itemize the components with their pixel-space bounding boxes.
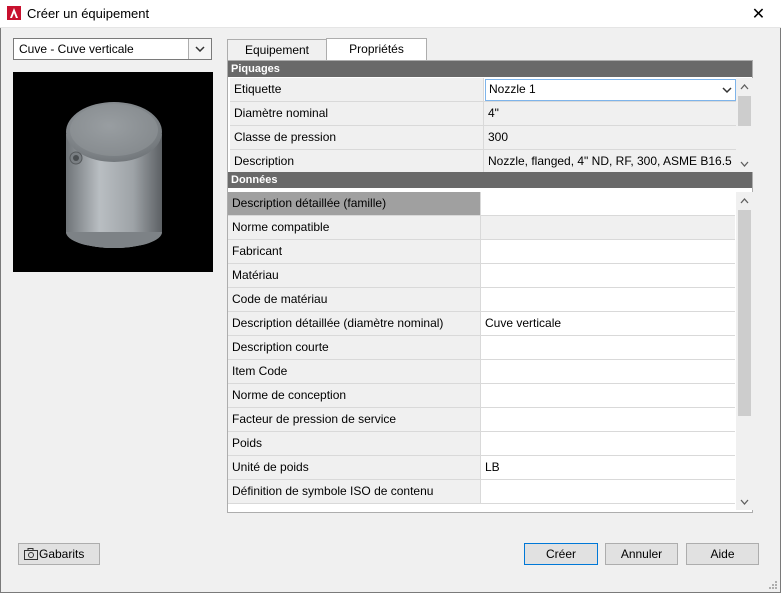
window-title: Créer un équipement bbox=[27, 6, 150, 21]
table-row[interactable]: Définition de symbole ISO de contenu bbox=[228, 480, 735, 504]
row-label: Norme de conception bbox=[228, 384, 481, 407]
row-value[interactable] bbox=[481, 360, 735, 383]
row-label: Matériau bbox=[228, 264, 481, 287]
row-value[interactable] bbox=[481, 432, 735, 455]
row-value[interactable]: LB bbox=[481, 456, 735, 479]
table-row[interactable]: Description détaillée (diamètre nominal)… bbox=[228, 312, 735, 336]
table-row[interactable]: Norme compatible bbox=[228, 216, 735, 240]
equipment-type-value: Cuve - Cuve verticale bbox=[19, 42, 134, 56]
autocad-logo-icon bbox=[7, 6, 21, 20]
scroll-thumb[interactable] bbox=[738, 96, 751, 126]
table-row[interactable]: Description courte bbox=[228, 336, 735, 360]
annuler-button[interactable]: Annuler bbox=[605, 543, 678, 565]
nozzle-select-value: Nozzle 1 bbox=[489, 82, 536, 96]
row-value[interactable] bbox=[481, 264, 735, 287]
table-row[interactable]: Facteur de pression de service bbox=[228, 408, 735, 432]
nozzle-select[interactable]: Nozzle 1 bbox=[485, 79, 736, 101]
tab-equipement-label: Equipement bbox=[244, 43, 310, 57]
table-row[interactable]: Code de matériau bbox=[228, 288, 735, 312]
row-value[interactable]: Cuve verticale bbox=[481, 312, 735, 335]
row-value[interactable] bbox=[481, 384, 735, 407]
row-value[interactable] bbox=[481, 408, 735, 431]
row-value[interactable] bbox=[481, 216, 735, 239]
scroll-down-icon[interactable] bbox=[736, 493, 753, 510]
aide-button[interactable]: Aide bbox=[686, 543, 759, 565]
close-button[interactable]: ✕ bbox=[736, 0, 781, 27]
tab-proprietes[interactable]: Propriétés bbox=[326, 38, 427, 61]
row-value[interactable] bbox=[481, 336, 735, 359]
table-row[interactable]: Etiquette Nozzle 1 bbox=[230, 78, 737, 102]
title-bar: Créer un équipement ✕ bbox=[0, 0, 781, 28]
scroll-up-icon[interactable] bbox=[736, 78, 753, 95]
scroll-thumb[interactable] bbox=[738, 210, 751, 416]
camera-icon bbox=[24, 548, 38, 560]
tab-proprietes-label: Propriétés bbox=[349, 42, 404, 56]
row-value[interactable] bbox=[481, 288, 735, 311]
row-label: Etiquette bbox=[230, 78, 484, 101]
row-label: Description courte bbox=[228, 336, 481, 359]
row-label: Fabricant bbox=[228, 240, 481, 263]
row-value[interactable] bbox=[481, 480, 735, 503]
creer-label: Créer bbox=[545, 547, 576, 561]
donnees-header: Données bbox=[228, 172, 752, 188]
donnees-scrollbar[interactable] bbox=[736, 192, 753, 510]
table-row[interactable]: Unité de poids LB bbox=[228, 456, 735, 480]
table-row[interactable]: Description détaillée (famille) bbox=[228, 192, 735, 216]
table-row[interactable]: Item Code bbox=[228, 360, 735, 384]
close-icon: ✕ bbox=[751, 5, 766, 23]
aide-label: Aide bbox=[710, 547, 735, 561]
row-label: Item Code bbox=[228, 360, 481, 383]
row-label: Poids bbox=[228, 432, 481, 455]
row-label: Classe de pression bbox=[230, 126, 484, 149]
table-row[interactable]: Description Nozzle, flanged, 4" ND, RF, … bbox=[230, 150, 737, 172]
resize-grip-icon[interactable] bbox=[768, 580, 778, 590]
gabarits-label: Gabarits bbox=[39, 547, 85, 561]
row-value[interactable] bbox=[481, 240, 735, 263]
chevron-down-icon[interactable] bbox=[188, 39, 211, 59]
table-row[interactable]: Classe de pression 300 bbox=[230, 126, 737, 150]
piquages-scrollbar[interactable] bbox=[736, 78, 753, 172]
row-label: Description détaillée (famille) bbox=[228, 192, 481, 215]
piquages-grid: Etiquette Nozzle 1 Diamètre nominal 4" C… bbox=[230, 78, 737, 172]
table-row[interactable]: Norme de conception bbox=[228, 384, 735, 408]
donnees-grid: Description détaillée (famille) Norme co… bbox=[228, 192, 735, 510]
table-row[interactable]: Diamètre nominal 4" bbox=[230, 102, 737, 126]
row-label: Unité de poids bbox=[228, 456, 481, 479]
piquages-header: Piquages bbox=[228, 61, 752, 77]
vertical-tank-image bbox=[66, 102, 162, 248]
row-value[interactable]: 300 bbox=[484, 126, 737, 149]
row-label: Description bbox=[230, 150, 484, 172]
row-label: Description détaillée (diamètre nominal) bbox=[228, 312, 481, 335]
annuler-label: Annuler bbox=[620, 547, 663, 561]
scroll-down-icon[interactable] bbox=[736, 155, 753, 172]
row-label: Code de matériau bbox=[228, 288, 481, 311]
equipment-preview bbox=[13, 72, 213, 272]
row-value[interactable]: 4" bbox=[484, 102, 737, 125]
row-value[interactable]: Nozzle, flanged, 4" ND, RF, 300, ASME B1… bbox=[484, 150, 737, 172]
table-row[interactable]: Matériau bbox=[228, 264, 735, 288]
row-label: Norme compatible bbox=[228, 216, 481, 239]
creer-button[interactable]: Créer bbox=[524, 543, 598, 565]
scroll-up-icon[interactable] bbox=[736, 192, 753, 209]
properties-panel: Piquages Etiquette Nozzle 1 Diamètre nom… bbox=[227, 60, 753, 513]
table-row[interactable]: Fabricant bbox=[228, 240, 735, 264]
row-label: Définition de symbole ISO de contenu bbox=[228, 480, 481, 503]
row-value[interactable] bbox=[481, 192, 735, 215]
chevron-down-icon[interactable] bbox=[722, 83, 732, 97]
equipment-type-select[interactable]: Cuve - Cuve verticale bbox=[13, 38, 212, 60]
table-row[interactable]: Poids bbox=[228, 432, 735, 456]
gabarits-button[interactable]: Gabarits bbox=[18, 543, 100, 565]
row-label: Diamètre nominal bbox=[230, 102, 484, 125]
row-label: Facteur de pression de service bbox=[228, 408, 481, 431]
tab-equipement[interactable]: Equipement bbox=[227, 39, 327, 60]
